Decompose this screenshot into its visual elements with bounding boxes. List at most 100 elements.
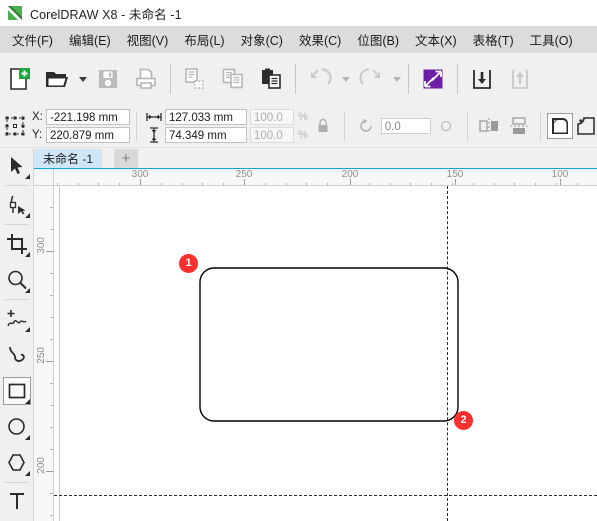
open-folder-icon <box>46 72 68 87</box>
open-document-button[interactable] <box>38 58 76 100</box>
menu-item-tools[interactable]: 工具(O) <box>522 26 581 53</box>
menu-item-effects[interactable]: 效果(C) <box>291 26 349 53</box>
chevron-down-icon <box>341 76 350 82</box>
polygon-tool-flyout-icon[interactable] <box>25 471 30 476</box>
text-tool[interactable] <box>0 484 33 520</box>
menu-item-object[interactable]: 对象(C) <box>233 26 291 53</box>
round-corner-button[interactable] <box>546 113 573 139</box>
lock-ratio-icon <box>318 118 328 132</box>
menu-item-view-label: 视图(V) <box>126 34 169 48</box>
artistic-media-icon <box>8 346 25 362</box>
mirror-horizontal-button[interactable] <box>474 107 504 145</box>
rotation-input[interactable]: 0.0 <box>380 118 431 134</box>
toolbox-separator-4 <box>4 482 29 483</box>
ruler-tick-major <box>46 361 53 362</box>
artistic-media-tool[interactable] <box>0 337 33 373</box>
drawing-canvas[interactable]: 1 2 <box>54 186 597 521</box>
object-width-input[interactable]: 127.033 mm <box>165 109 247 125</box>
zoom-tool[interactable] <box>0 262 33 298</box>
redo-dropdown <box>390 58 403 100</box>
horizontal-ruler[interactable]: 300 250 200 150 100 <box>54 169 597 186</box>
undo-dropdown <box>339 58 352 100</box>
property-separator-4 <box>539 111 541 141</box>
toolbar-separator <box>170 64 171 94</box>
property-bar: X: -221.198 mm Y: 220.879 mm 127.033 mm <box>0 105 597 148</box>
freehand-tool[interactable] <box>0 301 33 337</box>
mirror-vertical-icon <box>509 117 528 134</box>
ruler-tick-minor <box>50 273 53 274</box>
toolbox-separator-2 <box>4 224 29 225</box>
rectangle-icon <box>8 383 25 399</box>
object-x-input[interactable]: -221.198 mm <box>46 109 130 125</box>
publish-pdf-button <box>501 58 539 100</box>
menu-item-edit[interactable]: 编辑(E) <box>61 26 119 53</box>
toolbar-separator-3 <box>408 64 409 94</box>
object-y-input[interactable]: 220.879 mm <box>46 127 130 143</box>
ruler-tick-major <box>46 251 53 252</box>
mirror-vertical-button[interactable] <box>504 107 534 145</box>
menu-item-text-label: 文本(X) <box>414 34 457 48</box>
menu-item-edit-label: 编辑(E) <box>68 34 111 48</box>
object-height-input[interactable]: 74.349 mm <box>165 127 247 143</box>
ruler-origin-corner[interactable] <box>34 169 54 186</box>
paste-button[interactable] <box>252 58 290 100</box>
mirror-horizontal-icon <box>479 118 498 134</box>
document-tab-active[interactable]: 未命名 -1 <box>34 149 103 168</box>
ruler-tick-major <box>350 179 351 185</box>
rectangle-tool-flyout-icon[interactable] <box>25 399 30 404</box>
anchor-circle-icon-wrap[interactable] <box>431 107 461 145</box>
menu-item-table[interactable]: 表格(T) <box>465 26 522 53</box>
ruler-tick-minor <box>50 427 53 428</box>
shape-tool-flyout-icon[interactable] <box>25 213 30 218</box>
shape-tool[interactable] <box>0 187 33 223</box>
ruler-tick-minor <box>50 449 53 450</box>
new-document-button[interactable] <box>0 58 38 100</box>
toolbox-separator-1 <box>4 185 29 186</box>
crop-tool-flyout-icon[interactable] <box>25 252 30 257</box>
ruler-tick-minor <box>50 493 53 494</box>
menu-item-layout-label: 布局(L) <box>184 34 225 48</box>
import-button[interactable] <box>414 58 452 100</box>
scale-y-input[interactable]: 100.0 <box>250 127 294 143</box>
export-button[interactable] <box>463 58 501 100</box>
rectangle-tool[interactable] <box>0 373 33 409</box>
zoom-tool-flyout-icon[interactable] <box>25 288 30 293</box>
pick-tool-flyout-icon[interactable] <box>25 174 30 179</box>
rounded-rectangle-shape[interactable] <box>54 186 597 521</box>
annotation-marker-1: 1 <box>179 254 198 273</box>
width-arrow-icon-wrap <box>143 112 165 122</box>
scallop-corner-button[interactable] <box>573 113 597 139</box>
print-icon <box>136 68 156 89</box>
object-width-row: 127.033 mm <box>143 109 247 125</box>
title-bar: CorelDRAW X8 - 未命名 -1 <box>0 0 597 26</box>
copy-button <box>214 58 252 100</box>
object-scale-group: 100.0 % 100.0 % <box>250 109 308 143</box>
menu-item-view[interactable]: 视图(V) <box>119 26 177 53</box>
ruler-tick-minor <box>50 295 53 296</box>
rotation-icon-wrap <box>351 107 381 145</box>
menu-item-bitmaps[interactable]: 位图(B) <box>349 26 407 53</box>
copy-icon <box>222 68 243 89</box>
text-tool-icon <box>9 493 24 509</box>
menu-item-file[interactable]: 文件(F) <box>4 26 61 53</box>
ruler-tick-minor <box>50 383 53 384</box>
polygon-tool[interactable] <box>0 445 33 481</box>
cut-button <box>176 58 214 100</box>
anchor-circle-icon <box>440 120 451 132</box>
freehand-tool-flyout-icon[interactable] <box>25 327 30 332</box>
ruler-tick-minor <box>50 207 53 208</box>
menu-item-layout[interactable]: 布局(L) <box>176 26 232 53</box>
ellipse-tool-flyout-icon[interactable] <box>25 435 30 440</box>
open-document-dropdown[interactable] <box>76 58 89 100</box>
pick-tool[interactable] <box>0 148 33 184</box>
ellipse-tool[interactable] <box>0 409 33 445</box>
object-rotation-group: 0.0 <box>351 107 461 145</box>
menu-item-text[interactable]: 文本(X) <box>407 26 465 53</box>
lock-ratio-button[interactable] <box>308 107 338 145</box>
add-document-tab-button[interactable]: + <box>114 149 138 168</box>
menu-item-bitmaps-label: 位图(B) <box>357 34 399 48</box>
coreldraw-window: CorelDRAW X8 - 未命名 -1 文件(F) 编辑(E) 视图(V) … <box>0 0 597 521</box>
crop-tool[interactable] <box>0 226 33 262</box>
vertical-ruler[interactable]: 300 250 200 <box>34 186 54 521</box>
scale-x-input[interactable]: 100.0 <box>250 109 294 125</box>
